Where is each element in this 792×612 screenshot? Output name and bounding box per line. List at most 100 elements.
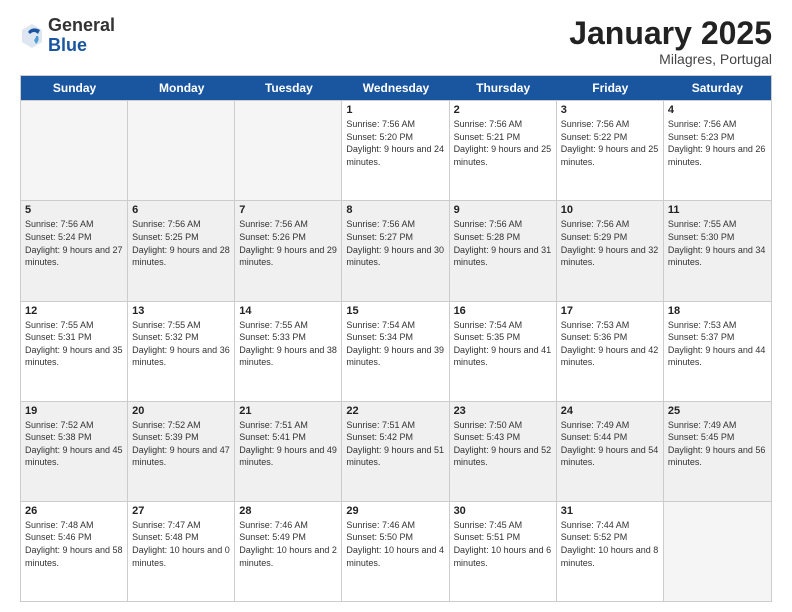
cell-info: Sunrise: 7:56 AM Sunset: 5:27 PM Dayligh… xyxy=(346,218,444,268)
cell-info: Sunrise: 7:56 AM Sunset: 5:24 PM Dayligh… xyxy=(25,218,123,268)
day-number: 7 xyxy=(239,204,337,216)
cell-info: Sunrise: 7:55 AM Sunset: 5:33 PM Dayligh… xyxy=(239,319,337,369)
calendar-cell: 31 Sunrise: 7:44 AM Sunset: 5:52 PM Dayli… xyxy=(557,502,664,601)
weekday-header: Thursday xyxy=(450,76,557,100)
day-number: 21 xyxy=(239,405,337,417)
cell-info: Sunrise: 7:56 AM Sunset: 5:29 PM Dayligh… xyxy=(561,218,659,268)
cell-info: Sunrise: 7:56 AM Sunset: 5:20 PM Dayligh… xyxy=(346,118,444,168)
calendar: SundayMondayTuesdayWednesdayThursdayFrid… xyxy=(20,75,772,602)
day-number: 11 xyxy=(668,204,767,216)
calendar-cell: 3 Sunrise: 7:56 AM Sunset: 5:22 PM Daylig… xyxy=(557,101,664,200)
day-number: 5 xyxy=(25,204,123,216)
day-number: 3 xyxy=(561,104,659,116)
day-number: 16 xyxy=(454,305,552,317)
cell-info: Sunrise: 7:51 AM Sunset: 5:41 PM Dayligh… xyxy=(239,419,337,469)
day-number: 9 xyxy=(454,204,552,216)
calendar-cell: 2Sunrise: 7:56 AM Sunset: 5:21 PM Daylig… xyxy=(450,101,557,200)
day-number: 6 xyxy=(132,204,230,216)
calendar-cell: 4 Sunrise: 7:56 AM Sunset: 5:23 PM Daylig… xyxy=(664,101,771,200)
cell-info: Sunrise: 7:53 AM Sunset: 5:36 PM Dayligh… xyxy=(561,319,659,369)
calendar-cell: 8 Sunrise: 7:56 AM Sunset: 5:27 PM Daylig… xyxy=(342,201,449,300)
calendar-cell: 5 Sunrise: 7:56 AM Sunset: 5:24 PM Daylig… xyxy=(21,201,128,300)
day-number: 10 xyxy=(561,204,659,216)
calendar-cell xyxy=(235,101,342,200)
day-number: 13 xyxy=(132,305,230,317)
day-number: 19 xyxy=(25,405,123,417)
cell-info: Sunrise: 7:56 AM Sunset: 5:22 PM Dayligh… xyxy=(561,118,659,168)
calendar-row: 5 Sunrise: 7:56 AM Sunset: 5:24 PM Daylig… xyxy=(21,200,771,300)
calendar-cell xyxy=(128,101,235,200)
calendar-cell: 26 Sunrise: 7:48 AM Sunset: 5:46 PM Dayli… xyxy=(21,502,128,601)
calendar-cell: 11 Sunrise: 7:55 AM Sunset: 5:30 PM Dayli… xyxy=(664,201,771,300)
calendar-header: SundayMondayTuesdayWednesdayThursdayFrid… xyxy=(21,76,771,100)
day-number: 12 xyxy=(25,305,123,317)
day-number: 1 xyxy=(346,104,444,116)
cell-info: Sunrise: 7:48 AM Sunset: 5:46 PM Dayligh… xyxy=(25,519,123,569)
calendar-cell xyxy=(21,101,128,200)
cell-info: Sunrise: 7:56 AM Sunset: 5:26 PM Dayligh… xyxy=(239,218,337,268)
logo-general-text: General xyxy=(48,16,115,36)
weekday-header: Monday xyxy=(128,76,235,100)
month-title: January 2025 xyxy=(569,16,772,51)
day-number: 25 xyxy=(668,405,767,417)
calendar-cell: 12 Sunrise: 7:55 AM Sunset: 5:31 PM Dayli… xyxy=(21,302,128,401)
header: General Blue January 2025 Milagres, Port… xyxy=(20,16,772,67)
calendar-cell: 18Sunrise: 7:53 AM Sunset: 5:37 PM Dayli… xyxy=(664,302,771,401)
calendar-cell: 30 Sunrise: 7:45 AM Sunset: 5:51 PM Dayli… xyxy=(450,502,557,601)
logo-blue-text: Blue xyxy=(48,36,115,56)
calendar-row: 26 Sunrise: 7:48 AM Sunset: 5:46 PM Dayli… xyxy=(21,501,771,601)
cell-info: Sunrise: 7:55 AM Sunset: 5:30 PM Dayligh… xyxy=(668,218,767,268)
day-number: 29 xyxy=(346,505,444,517)
weekday-header: Sunday xyxy=(21,76,128,100)
weekday-header: Friday xyxy=(557,76,664,100)
cell-info: Sunrise: 7:45 AM Sunset: 5:51 PM Dayligh… xyxy=(454,519,552,569)
cell-info: Sunrise: 7:46 AM Sunset: 5:49 PM Dayligh… xyxy=(239,519,337,569)
cell-info: Sunrise: 7:54 AM Sunset: 5:34 PM Dayligh… xyxy=(346,319,444,369)
cell-info: Sunrise: 7:56 AM Sunset: 5:21 PM Dayligh… xyxy=(454,118,552,168)
cell-info: Sunrise: 7:49 AM Sunset: 5:44 PM Dayligh… xyxy=(561,419,659,469)
calendar-cell: 23 Sunrise: 7:50 AM Sunset: 5:43 PM Dayli… xyxy=(450,402,557,501)
calendar-cell: 13 Sunrise: 7:55 AM Sunset: 5:32 PM Dayli… xyxy=(128,302,235,401)
cell-info: Sunrise: 7:56 AM Sunset: 5:25 PM Dayligh… xyxy=(132,218,230,268)
day-number: 24 xyxy=(561,405,659,417)
page: General Blue January 2025 Milagres, Port… xyxy=(0,0,792,612)
day-number: 27 xyxy=(132,505,230,517)
calendar-cell: 9 Sunrise: 7:56 AM Sunset: 5:28 PM Daylig… xyxy=(450,201,557,300)
calendar-cell: 10 Sunrise: 7:56 AM Sunset: 5:29 PM Dayli… xyxy=(557,201,664,300)
calendar-body: 1 Sunrise: 7:56 AM Sunset: 5:20 PM Daylig… xyxy=(21,100,771,601)
logo: General Blue xyxy=(20,16,115,56)
cell-info: Sunrise: 7:56 AM Sunset: 5:28 PM Dayligh… xyxy=(454,218,552,268)
calendar-cell: 22Sunrise: 7:51 AM Sunset: 5:42 PM Dayli… xyxy=(342,402,449,501)
calendar-cell: 25Sunrise: 7:49 AM Sunset: 5:45 PM Dayli… xyxy=(664,402,771,501)
day-number: 8 xyxy=(346,204,444,216)
location: Milagres, Portugal xyxy=(569,51,772,67)
weekday-header: Wednesday xyxy=(342,76,449,100)
day-number: 4 xyxy=(668,104,767,116)
calendar-cell: 16 Sunrise: 7:54 AM Sunset: 5:35 PM Dayli… xyxy=(450,302,557,401)
cell-info: Sunrise: 7:50 AM Sunset: 5:43 PM Dayligh… xyxy=(454,419,552,469)
calendar-row: 19 Sunrise: 7:52 AM Sunset: 5:38 PM Dayli… xyxy=(21,401,771,501)
calendar-cell: 29 Sunrise: 7:46 AM Sunset: 5:50 PM Dayli… xyxy=(342,502,449,601)
day-number: 22 xyxy=(346,405,444,417)
day-number: 26 xyxy=(25,505,123,517)
calendar-cell: 27Sunrise: 7:47 AM Sunset: 5:48 PM Dayli… xyxy=(128,502,235,601)
day-number: 23 xyxy=(454,405,552,417)
day-number: 30 xyxy=(454,505,552,517)
cell-info: Sunrise: 7:52 AM Sunset: 5:38 PM Dayligh… xyxy=(25,419,123,469)
cell-info: Sunrise: 7:46 AM Sunset: 5:50 PM Dayligh… xyxy=(346,519,444,569)
calendar-cell: 7 Sunrise: 7:56 AM Sunset: 5:26 PM Daylig… xyxy=(235,201,342,300)
cell-info: Sunrise: 7:52 AM Sunset: 5:39 PM Dayligh… xyxy=(132,419,230,469)
calendar-cell: 19 Sunrise: 7:52 AM Sunset: 5:38 PM Dayli… xyxy=(21,402,128,501)
day-number: 18 xyxy=(668,305,767,317)
cell-info: Sunrise: 7:54 AM Sunset: 5:35 PM Dayligh… xyxy=(454,319,552,369)
calendar-cell: 15Sunrise: 7:54 AM Sunset: 5:34 PM Dayli… xyxy=(342,302,449,401)
weekday-header: Saturday xyxy=(664,76,771,100)
cell-info: Sunrise: 7:55 AM Sunset: 5:32 PM Dayligh… xyxy=(132,319,230,369)
cell-info: Sunrise: 7:55 AM Sunset: 5:31 PM Dayligh… xyxy=(25,319,123,369)
calendar-cell: 6 Sunrise: 7:56 AM Sunset: 5:25 PM Daylig… xyxy=(128,201,235,300)
cell-info: Sunrise: 7:56 AM Sunset: 5:23 PM Dayligh… xyxy=(668,118,767,168)
calendar-row: 12 Sunrise: 7:55 AM Sunset: 5:31 PM Dayli… xyxy=(21,301,771,401)
cell-info: Sunrise: 7:44 AM Sunset: 5:52 PM Dayligh… xyxy=(561,519,659,569)
day-number: 31 xyxy=(561,505,659,517)
day-number: 14 xyxy=(239,305,337,317)
